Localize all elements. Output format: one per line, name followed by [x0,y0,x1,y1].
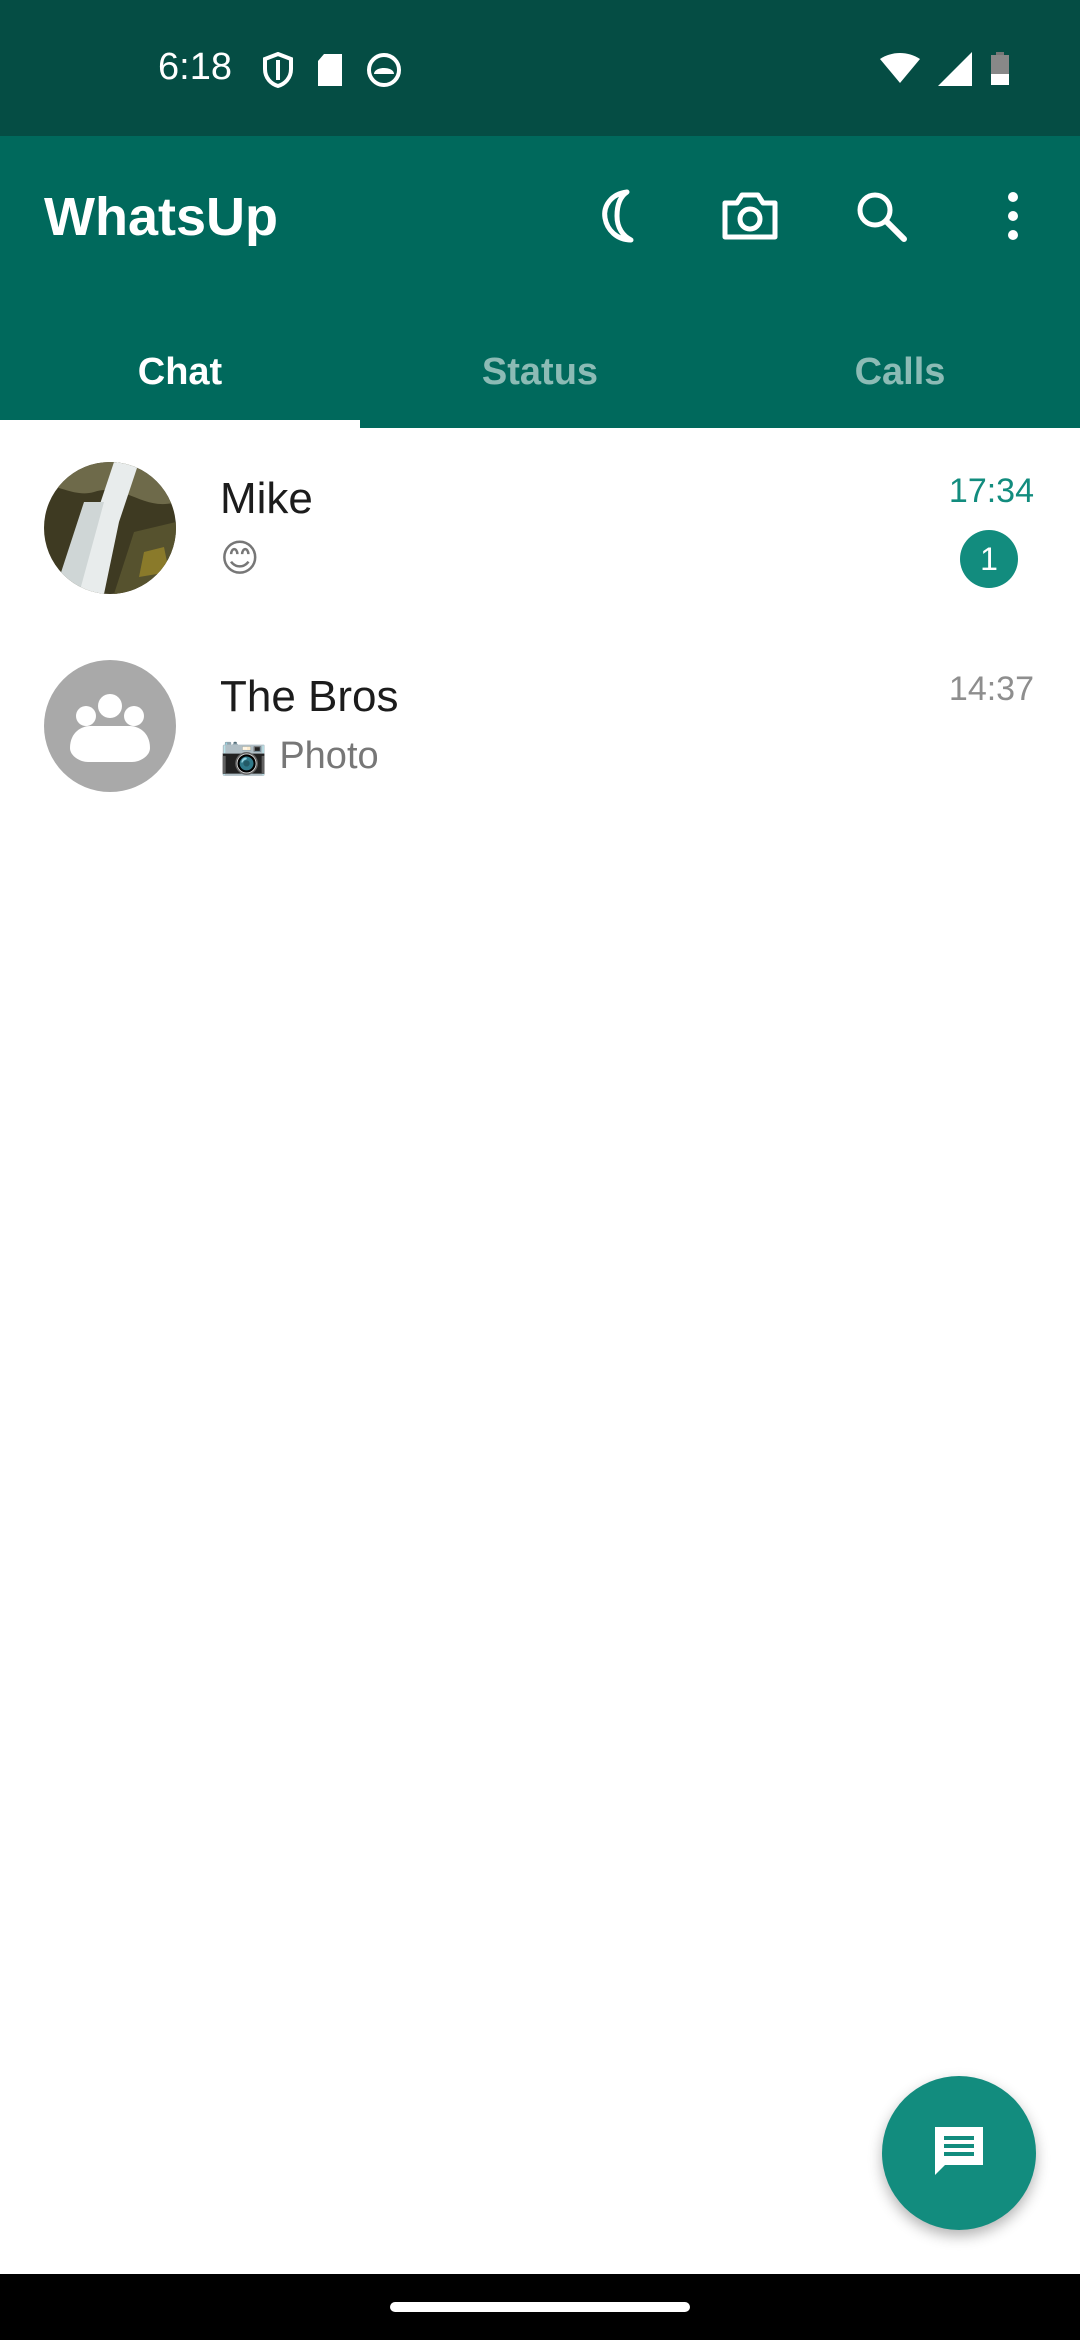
unread-count-badge: 1 [960,530,1018,588]
sd-card-icon [316,53,344,92]
app-bar: WhatsUp Chat Status Calls [0,136,1080,428]
signal-icon [938,52,972,91]
chat-name: Mike [220,474,313,523]
status-notification-icons [262,51,402,93]
chat-name: The Bros [220,672,399,721]
chat-list: Mike 😊 17:34 1 The Bros 📷 Photo 14:37 [0,428,1080,824]
app-title: WhatsUp [44,187,278,247]
battery-icon [990,52,1010,91]
camera-photo-icon: 📷 [220,735,268,777]
chat-preview-text: 😊 [220,538,260,580]
android-debug-icon [366,52,402,93]
active-tab-indicator [0,420,360,428]
vpn-shield-icon [262,51,294,93]
group-icon[interactable] [44,660,176,792]
status-bar: 6:18 [0,0,1080,136]
tab-bar: Chat Status Calls [0,316,1080,428]
system-navigation-bar [0,2274,1080,2340]
chat-row-mike[interactable]: Mike 😊 17:34 1 [0,428,1080,626]
new-chat-button[interactable] [882,2076,1036,2230]
search-icon[interactable] [846,181,916,251]
chat-preview: 😊 [220,536,260,581]
home-gesture-handle[interactable] [390,2302,690,2312]
status-system-icons [880,52,1010,91]
tab-chat[interactable]: Chat [0,316,360,428]
chat-time: 17:34 [948,472,1034,510]
status-time: 6:18 [158,46,232,88]
tab-status[interactable]: Status [360,316,720,428]
avatar[interactable] [44,462,176,594]
wifi-icon [880,53,920,90]
chat-preview-text: Photo [279,734,379,777]
chat-preview: 📷 Photo [220,734,379,778]
new-chat-message-icon [931,2123,987,2184]
dark-mode-moon-icon[interactable] [584,181,654,251]
camera-icon[interactable] [715,181,785,251]
chat-row-the-bros[interactable]: The Bros 📷 Photo 14:37 [0,626,1080,824]
chat-time: 14:37 [948,670,1034,708]
tab-calls[interactable]: Calls [720,316,1080,428]
more-options-icon[interactable] [978,181,1048,251]
